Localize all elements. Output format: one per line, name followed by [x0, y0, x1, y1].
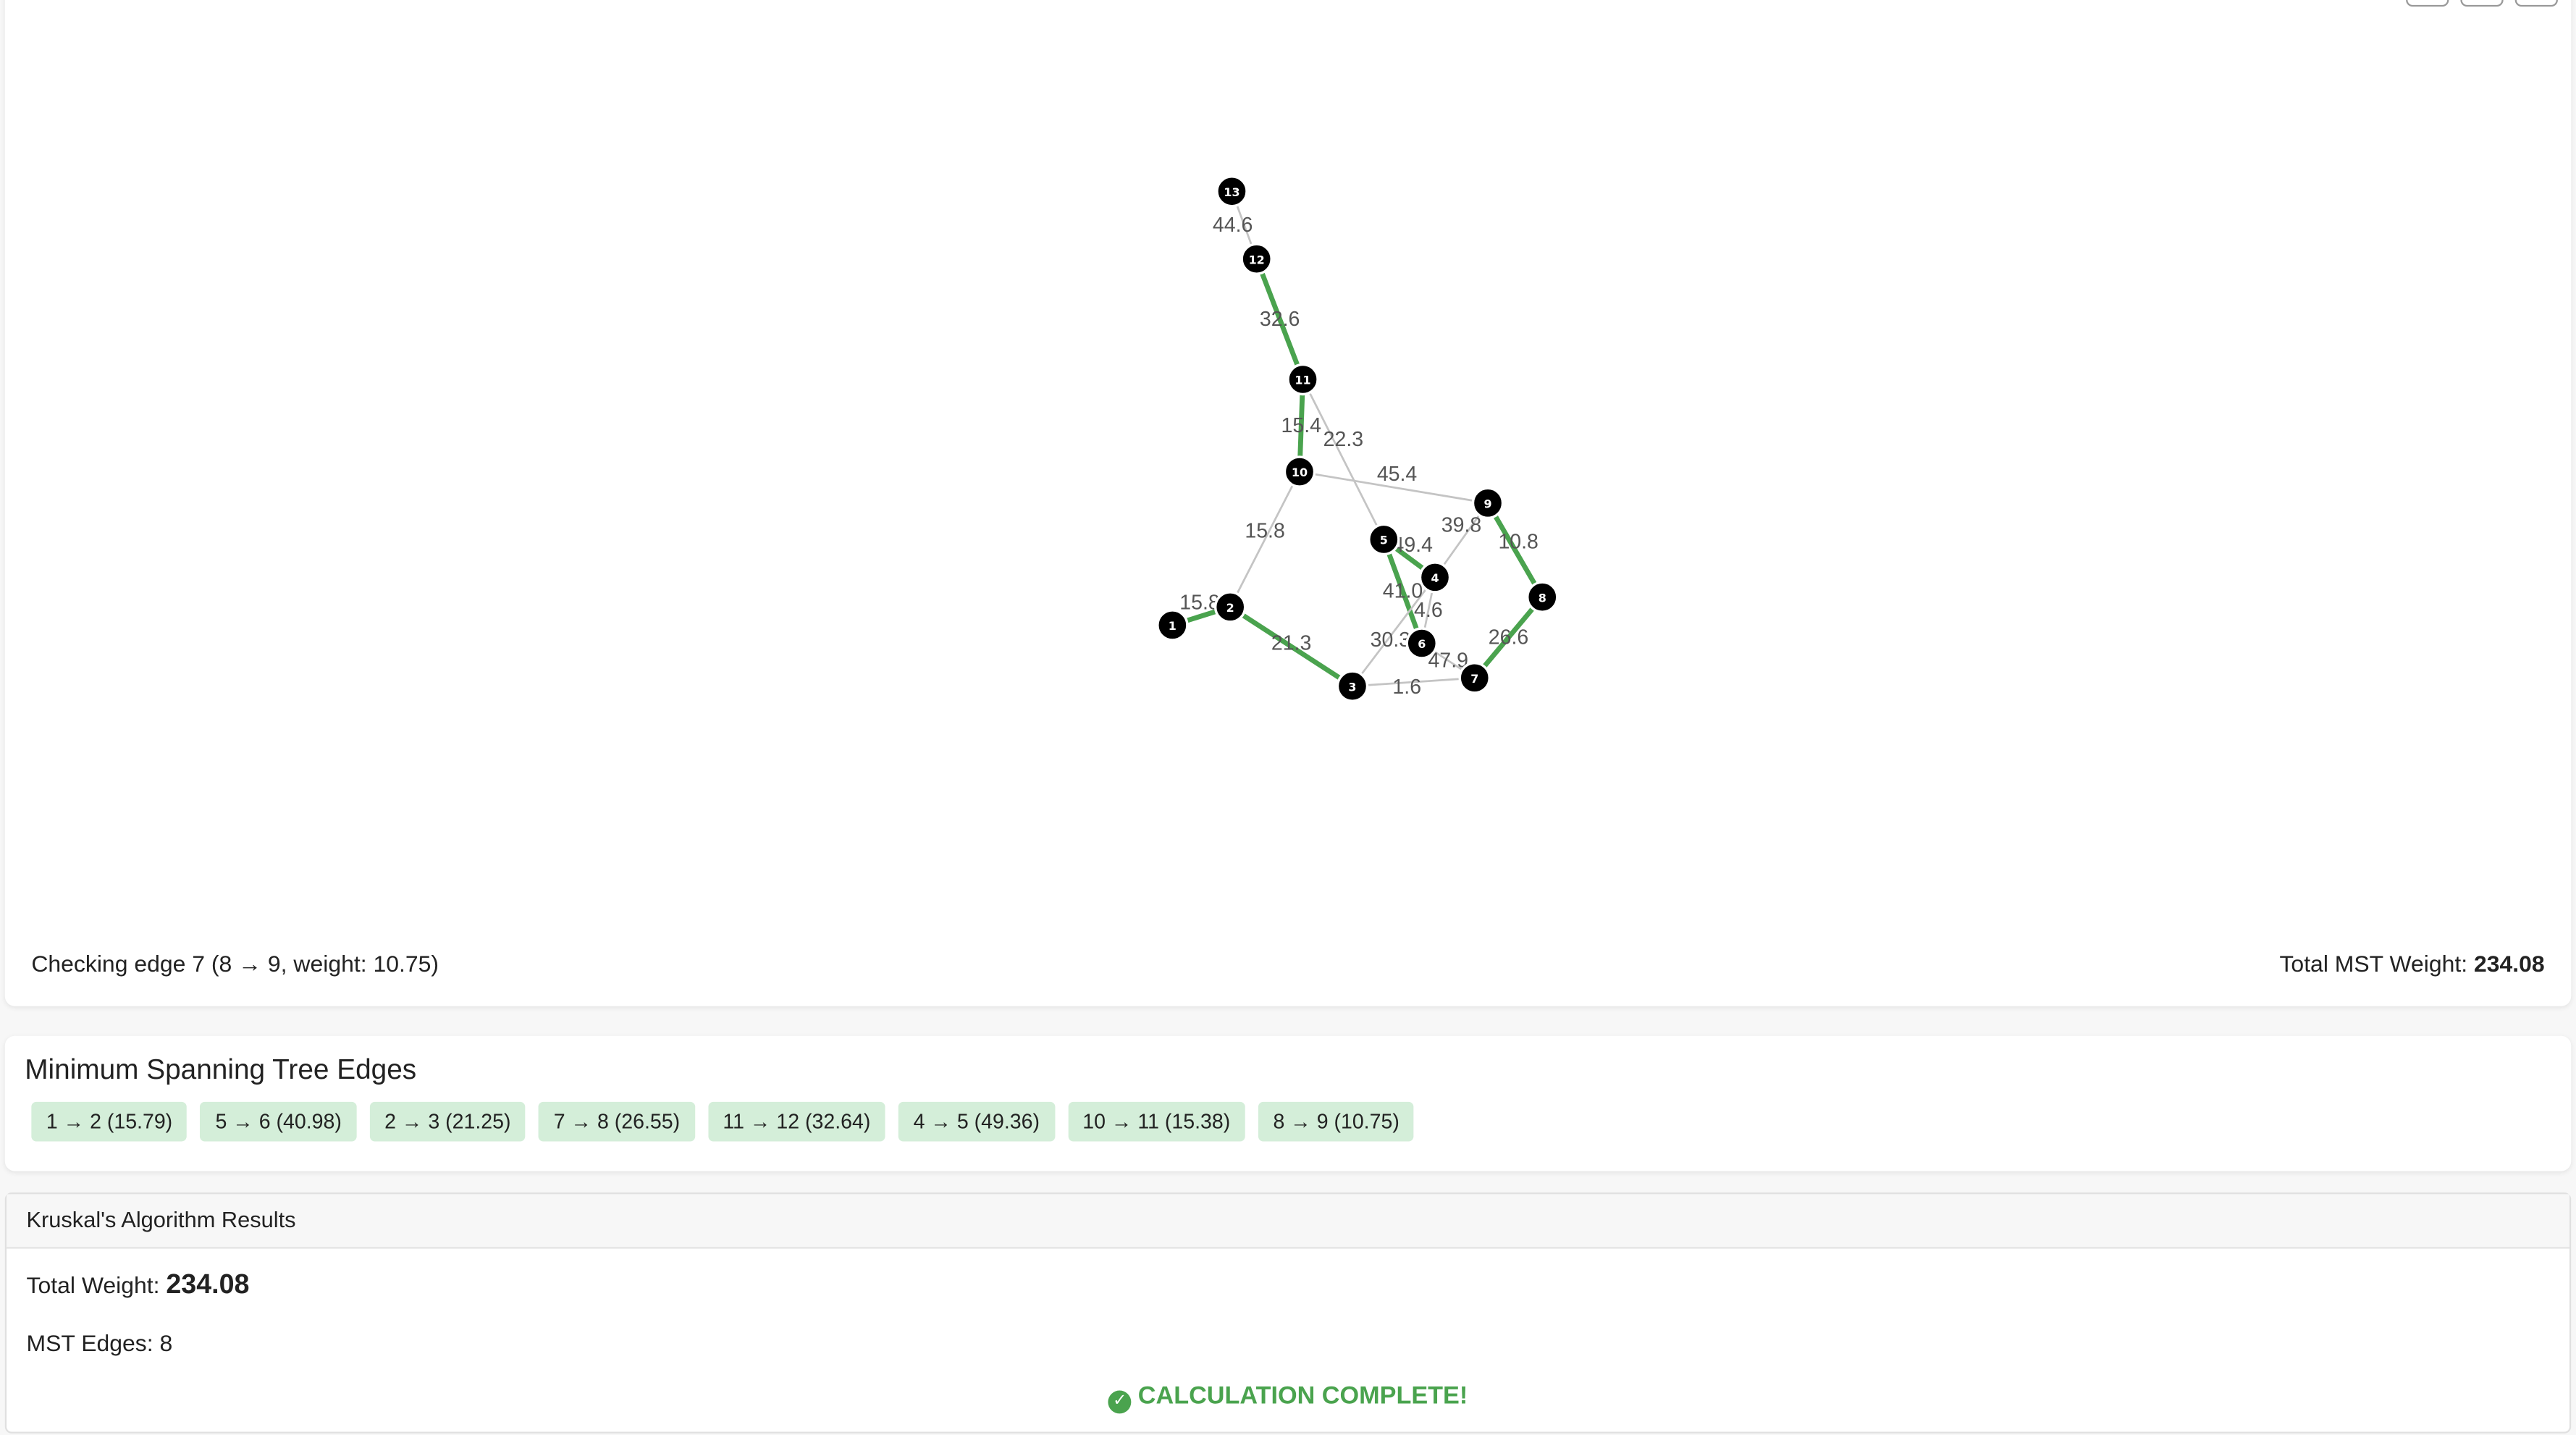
edge-weight-label: 15.4 [1281, 414, 1321, 437]
mst-edge-chip[interactable]: 4 → 5 (49.36) [898, 1101, 1055, 1142]
graph-panel: 44.6 32.6 15.4 22.3 45.4 15.8 15.8 21.3 49.4 39.8… [4, 0, 2572, 1006]
results-panel: Kruskal's Algorithm Results Total Weight… [4, 1192, 2572, 1434]
graph-node-label: 8 [1539, 591, 1546, 605]
mst-edges-panel: Minimum Spanning Tree Edges 1 → 2 (15.79… [4, 1035, 2572, 1171]
edge-weight-label: 4.6 [1414, 599, 1443, 622]
mst-edge-chip[interactable]: 10 → 11 (15.38) [1067, 1101, 1245, 1142]
graph-node[interactable]: 11 [1287, 363, 1319, 396]
graph-node[interactable]: 7 [1458, 662, 1491, 694]
mst-edge-list: 1 → 2 (15.79) 5 → 6 (40.98) 2 → 3 (21.25… [31, 1101, 1415, 1142]
edge-weight-label: 21.3 [1271, 632, 1311, 655]
graph-node-label: 9 [1483, 497, 1491, 510]
mst-edges-title: Minimum Spanning Tree Edges [25, 1053, 417, 1086]
graph-node-label: 2 [1226, 601, 1234, 615]
graph-node-label: 10 [1292, 466, 1308, 479]
mst-edge-chip[interactable]: 1 → 2 (15.79) [31, 1101, 188, 1142]
graph-node-label: 4 [1431, 571, 1439, 585]
graph-node-label: 3 [1348, 680, 1356, 694]
graph-node-label: 12 [1249, 253, 1265, 266]
graph-node[interactable]: 12 [1240, 243, 1273, 275]
graph-node-label: 5 [1380, 534, 1388, 547]
results-header: Kruskal's Algorithm Results [7, 1194, 2569, 1249]
edge-weight-label: 39.8 [1441, 514, 1481, 537]
results-total-weight: Total Weight: 234.08 [26, 1270, 249, 1301]
edge-weight-label: 15.8 [1245, 520, 1284, 543]
edge-weight-label: 22.3 [1323, 428, 1363, 451]
mst-edge-chip[interactable]: 11 → 12 (32.64) [707, 1101, 885, 1142]
graph-canvas[interactable]: 44.632.615.422.345.415.815.821.349.439.8… [5, 0, 2571, 1006]
completion-text: CALCULATION COMPLETE! [1137, 1382, 1468, 1410]
status-message: Checking edge 7 (8 → 9, weight: 10.75) [31, 950, 439, 977]
graph-node[interactable]: 9 [1471, 487, 1504, 520]
graph-node[interactable]: 13 [1216, 175, 1248, 208]
graph-node[interactable]: 8 [1526, 581, 1559, 613]
graph-node-label: 7 [1470, 672, 1478, 686]
mst-edge-chip[interactable]: 8 → 9 (10.75) [1258, 1101, 1415, 1142]
mst-edge-chip[interactable]: 7 → 8 (26.55) [539, 1101, 695, 1142]
graph-node[interactable]: 5 [1368, 523, 1400, 556]
total-mst-weight: Total MST Weight: 234.08 [2279, 950, 2544, 976]
edge-weight-label: 30.3 [1371, 628, 1410, 652]
edge-weight-label: 44.6 [1213, 214, 1253, 237]
completion-message: ✓ CALCULATION COMPLETE! [7, 1382, 2569, 1414]
mst-edge-chip[interactable]: 5 → 6 (40.98) [200, 1101, 357, 1142]
graph-node[interactable]: 3 [1336, 670, 1369, 702]
graph-node-label: 13 [1224, 185, 1239, 199]
graph-node[interactable]: 10 [1283, 455, 1316, 488]
total-mst-weight-value: 234.08 [2474, 950, 2545, 977]
mst-edge-chip[interactable]: 2 → 3 (21.25) [369, 1101, 526, 1142]
results-edge-count: MST Edges: 8 [26, 1329, 173, 1356]
edge-weight-label: 15.8 [1179, 592, 1219, 615]
results-weight-label: Total Weight: [26, 1271, 160, 1298]
graph-node-label: 1 [1169, 619, 1177, 633]
check-circle-icon: ✓ [1108, 1390, 1132, 1414]
edge-weight-label: 26.6 [1489, 626, 1528, 649]
graph-edge [1302, 378, 1385, 541]
edge-weight-label: 32.6 [1260, 308, 1300, 331]
results-weight-value: 234.08 [166, 1270, 250, 1300]
graph-node[interactable]: 1 [1156, 609, 1189, 641]
graph-node-label: 11 [1295, 374, 1310, 387]
graph-node-label: 6 [1418, 637, 1426, 651]
edge-weight-label: 1.6 [1392, 676, 1421, 699]
graph-node[interactable]: 2 [1213, 591, 1247, 623]
graph-node[interactable]: 4 [1418, 561, 1452, 594]
edge-weight-label: 10.8 [1498, 530, 1538, 553]
total-mst-weight-label: Total MST Weight: [2279, 950, 2468, 977]
edge-weight-label: 45.4 [1377, 463, 1417, 486]
graph-node[interactable]: 6 [1405, 627, 1439, 660]
